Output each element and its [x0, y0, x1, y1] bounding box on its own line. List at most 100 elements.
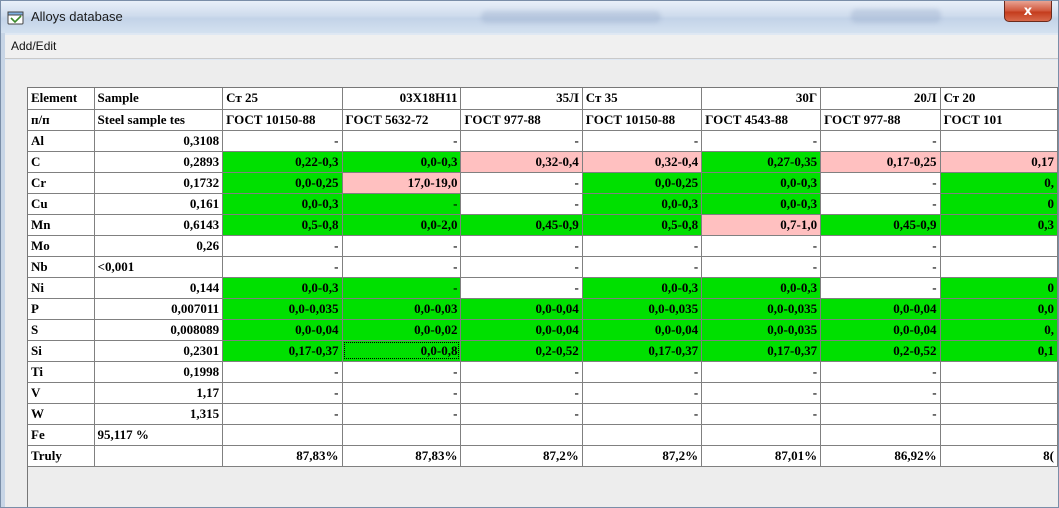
range-cell[interactable]: - [701, 256, 822, 278]
header-cell[interactable]: 30Г [701, 88, 822, 110]
close-button[interactable]: x [1004, 1, 1052, 22]
range-cell[interactable] [940, 361, 1058, 383]
range-cell[interactable]: 0,0-0,8 [342, 340, 462, 362]
range-cell[interactable]: 0, [940, 172, 1058, 194]
range-cell[interactable]: 0,27-0,35 [701, 151, 822, 173]
range-cell[interactable]: 0,0-0,3 [701, 193, 822, 215]
range-cell[interactable]: - [342, 382, 462, 404]
range-cell[interactable]: 0,0-0,25 [582, 172, 703, 194]
range-cell[interactable]: - [820, 193, 941, 215]
range-cell[interactable]: - [460, 403, 583, 425]
range-cell[interactable]: 0,32-0,4 [460, 151, 583, 173]
range-cell[interactable]: 0,0-0,04 [820, 298, 941, 320]
range-cell[interactable]: - [582, 361, 703, 383]
range-cell[interactable]: - [342, 256, 462, 278]
range-cell[interactable]: - [342, 193, 462, 215]
range-cell[interactable]: 0,0-0,04 [820, 319, 941, 341]
range-cell[interactable]: 87,83% [342, 445, 462, 467]
range-cell[interactable]: 0,0-0,04 [222, 319, 343, 341]
range-cell[interactable]: - [701, 130, 822, 152]
range-cell[interactable]: - [460, 193, 583, 215]
range-cell[interactable]: 0,0-0,02 [342, 319, 462, 341]
alloys-grid[interactable]: Element Sample Ст 25 03Х18Н11 35Л Ст 35 30Г 20Л… [27, 87, 1058, 507]
range-cell[interactable]: - [582, 382, 703, 404]
range-cell[interactable] [940, 130, 1058, 152]
range-cell[interactable]: 0,0-2,0 [342, 214, 462, 236]
header-cell[interactable]: 35Л [460, 88, 583, 110]
range-cell[interactable]: - [222, 361, 343, 383]
range-cell[interactable] [940, 256, 1058, 278]
range-cell[interactable]: 0,0-0,3 [582, 277, 703, 299]
header-subcell[interactable]: ГОСТ 10150-88 [222, 109, 343, 131]
range-cell[interactable]: - [582, 235, 703, 257]
range-cell[interactable]: - [342, 403, 462, 425]
range-cell[interactable]: 0,17-0,37 [222, 340, 343, 362]
range-cell[interactable]: 0,0-0,3 [701, 277, 822, 299]
range-cell[interactable]: 0,0-0,03 [342, 298, 462, 320]
range-cell[interactable]: 87,83% [222, 445, 343, 467]
range-cell[interactable]: 0 [940, 193, 1058, 215]
range-cell[interactable]: 0,5-0,8 [582, 214, 703, 236]
range-cell[interactable]: - [460, 172, 583, 194]
range-cell[interactable] [342, 424, 462, 446]
range-cell[interactable]: 0,17-0,25 [820, 151, 941, 173]
range-cell[interactable]: 0,17 [940, 151, 1058, 173]
range-cell[interactable]: 0,17-0,37 [582, 340, 703, 362]
range-cell[interactable]: - [222, 256, 343, 278]
range-cell[interactable]: 0,0-0,04 [460, 298, 583, 320]
range-cell[interactable]: - [820, 235, 941, 257]
range-cell[interactable]: 0,0-0,3 [701, 172, 822, 194]
range-cell[interactable]: 86,92% [820, 445, 941, 467]
header-cell[interactable]: Ст 25 [222, 88, 343, 110]
range-cell[interactable]: 0,2-0,52 [460, 340, 583, 362]
range-cell[interactable]: - [222, 130, 343, 152]
range-cell[interactable]: 0,22-0,3 [222, 151, 343, 173]
range-cell[interactable]: 0,0-0,04 [460, 319, 583, 341]
range-cell[interactable] [701, 424, 822, 446]
range-cell[interactable]: 0,32-0,4 [582, 151, 703, 173]
range-cell[interactable]: 87,2% [460, 445, 583, 467]
range-cell[interactable]: - [820, 172, 941, 194]
title-bar[interactable]: Alloys database x [1, 1, 1058, 33]
range-cell[interactable] [222, 424, 343, 446]
range-cell[interactable]: 0,0-0,25 [222, 172, 343, 194]
range-cell[interactable]: - [820, 130, 941, 152]
header-subcell[interactable]: ГОСТ 977-88 [460, 109, 583, 131]
range-cell[interactable]: 0,0-0,035 [701, 319, 822, 341]
range-cell[interactable]: - [820, 403, 941, 425]
range-cell[interactable] [940, 424, 1058, 446]
range-cell[interactable]: 0,0-0,3 [222, 277, 343, 299]
range-cell[interactable]: - [460, 277, 583, 299]
range-cell[interactable]: - [701, 403, 822, 425]
range-cell[interactable]: - [820, 256, 941, 278]
range-cell[interactable]: - [582, 403, 703, 425]
range-cell[interactable]: 0,0-0,035 [222, 298, 343, 320]
range-cell[interactable]: 0,1 [940, 340, 1058, 362]
range-cell[interactable]: 0,2-0,52 [820, 340, 941, 362]
range-cell[interactable]: 0,0-0,3 [582, 193, 703, 215]
range-cell[interactable]: 0,0-0,3 [222, 193, 343, 215]
range-cell[interactable]: - [820, 277, 941, 299]
range-cell[interactable]: 87,01% [701, 445, 822, 467]
range-cell[interactable]: - [342, 235, 462, 257]
range-cell[interactable]: 0,0-0,04 [582, 319, 703, 341]
range-cell[interactable]: 0 [940, 277, 1058, 299]
range-cell[interactable]: - [701, 382, 822, 404]
range-cell[interactable]: - [701, 361, 822, 383]
range-cell[interactable]: - [460, 382, 583, 404]
range-cell[interactable] [940, 382, 1058, 404]
range-cell[interactable]: 0,7-1,0 [701, 214, 822, 236]
header-cell[interactable]: Ст 20 [940, 88, 1058, 110]
range-cell[interactable]: - [222, 235, 343, 257]
range-cell[interactable]: 0,17-0,37 [701, 340, 822, 362]
range-cell[interactable]: - [582, 130, 703, 152]
range-cell[interactable] [940, 235, 1058, 257]
range-cell[interactable]: 0, [940, 319, 1058, 341]
range-cell[interactable]: 0,5-0,8 [222, 214, 343, 236]
range-cell[interactable]: 0,45-0,9 [820, 214, 941, 236]
header-subcell[interactable]: ГОСТ 4543-88 [701, 109, 822, 131]
range-cell[interactable]: - [342, 277, 462, 299]
header-subcell[interactable]: ГОСТ 977-88 [820, 109, 941, 131]
range-cell[interactable] [460, 424, 583, 446]
range-cell[interactable]: 8( [940, 445, 1058, 467]
